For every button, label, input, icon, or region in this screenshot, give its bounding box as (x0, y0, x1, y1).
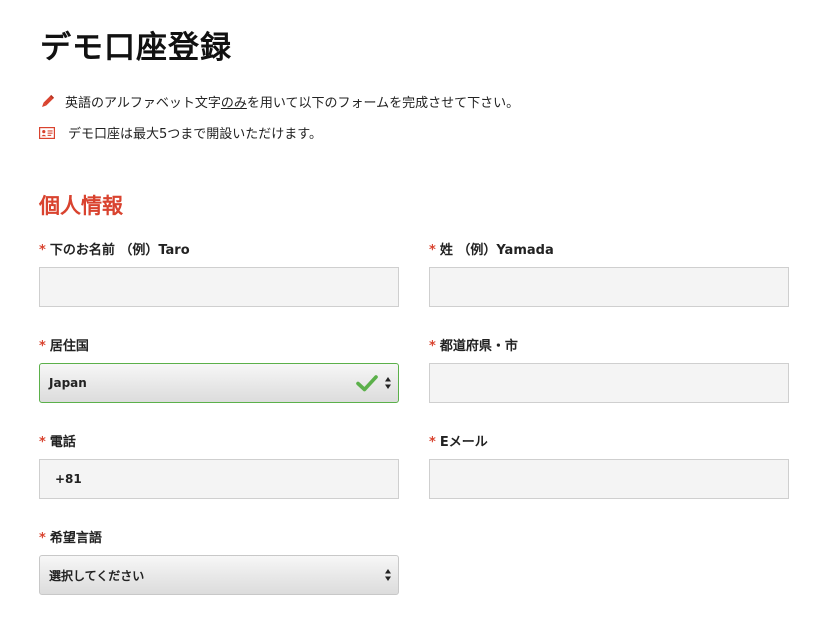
checkmark-icon (356, 375, 378, 392)
required-mark: * (39, 531, 46, 546)
first-name-input[interactable] (39, 267, 399, 307)
language-label-text: 希望言語 (49, 531, 102, 546)
language-select-value: 選択してください (49, 568, 145, 583)
personal-info-heading: 個人情報 (39, 194, 123, 218)
last-name-label: * 姓 （例）Yamada (429, 239, 554, 258)
required-mark: * (429, 435, 436, 450)
country-select-value: Japan (49, 376, 87, 390)
required-mark: * (39, 243, 46, 258)
email-label-text: Eメール (439, 435, 488, 450)
city-label: * 都道府県・市 (429, 335, 518, 354)
page-title: デモ口座登録 (40, 30, 232, 66)
phone-input[interactable]: +81 (39, 459, 399, 499)
required-mark: * (429, 243, 436, 258)
city-label-text: 都道府県・市 (439, 339, 518, 354)
email-input[interactable] (429, 459, 789, 499)
last-name-input[interactable] (429, 267, 789, 307)
language-label: * 希望言語 (39, 527, 102, 546)
phone-label: * 電話 (39, 431, 76, 450)
instruction-text-underlined: のみ (220, 96, 247, 111)
last-name-label-text: 姓 （例）Yamada (439, 243, 554, 258)
country-label-text: 居住国 (49, 339, 89, 354)
country-label: * 居住国 (39, 335, 89, 354)
pencil-icon (42, 94, 55, 107)
first-name-label-text: 下のお名前 （例）Taro (49, 243, 190, 258)
instruction-text-pre: 英語のアルファベット文字 (65, 96, 221, 111)
demo-account-registration-page: デモ口座登録 英語のアルファベット文字 のみ を用いて以下のフォームを完成させて… (0, 0, 825, 620)
select-arrows-icon (385, 569, 391, 581)
phone-label-text: 電話 (49, 435, 76, 450)
required-mark: * (39, 339, 46, 354)
language-select[interactable]: 選択してください (39, 555, 399, 595)
instruction-demo-limit: デモ口座は最大5つまで開設いただけます。 (39, 123, 322, 142)
first-name-label: * 下のお名前 （例）Taro (39, 239, 190, 258)
select-arrows-icon (385, 377, 391, 389)
required-mark: * (39, 435, 46, 450)
email-label: * Eメール (429, 431, 488, 450)
city-input[interactable] (429, 363, 789, 403)
instruction-limit-text: デモ口座は最大5つまで開設いただけます。 (68, 127, 322, 142)
id-card-icon (39, 126, 55, 139)
country-select[interactable]: Japan (39, 363, 399, 403)
instruction-alphabet-only: 英語のアルファベット文字 のみ を用いて以下のフォームを完成させて下さい。 (39, 92, 519, 111)
instruction-text-post: を用いて以下のフォームを完成させて下さい。 (246, 96, 520, 111)
required-mark: * (429, 339, 436, 354)
